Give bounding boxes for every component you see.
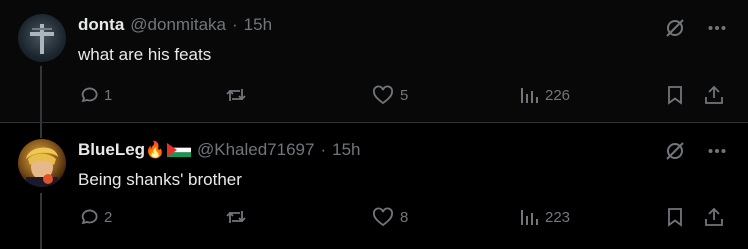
bookmark-icon [666, 85, 684, 105]
bookmark-button[interactable] [666, 83, 684, 107]
share-icon [704, 85, 724, 105]
separator: · [320, 140, 327, 159]
reply-count: 1 [104, 86, 113, 104]
grok-slash-icon[interactable] [664, 140, 686, 162]
views-button[interactable]: 226 [519, 83, 570, 107]
avatar[interactable] [18, 139, 66, 187]
display-name[interactable]: BlueLeg [78, 140, 145, 160]
share-button[interactable] [704, 83, 724, 107]
views-bars-icon [519, 207, 539, 227]
reply-button[interactable]: 1 [78, 83, 112, 107]
views-count: 223 [545, 208, 571, 226]
views-button[interactable]: 223 [519, 205, 570, 229]
handle[interactable]: @Khaled71697 [197, 140, 314, 160]
bookmark-icon [666, 207, 684, 227]
reply-count: 2 [104, 208, 113, 226]
tweet[interactable]: donta @donmitaka · 15h what are his feat… [0, 0, 748, 122]
reply-bubble-icon [78, 207, 98, 227]
retweet-icon [225, 207, 247, 227]
retweet-icon [225, 85, 247, 105]
share-icon [704, 207, 724, 227]
tweet-actions: 2 8 223 [78, 205, 728, 229]
like-count: 8 [400, 208, 409, 226]
palestine-flag-icon [166, 143, 191, 157]
grok-slash-icon[interactable] [664, 17, 686, 39]
retweet-button[interactable] [225, 83, 253, 107]
tweet[interactable]: BlueLeg 🔥 @Khaled71697 · 15h Being shank… [0, 122, 748, 249]
views-count: 226 [545, 86, 571, 104]
tweet-top-actions [664, 17, 726, 39]
like-button[interactable]: 5 [372, 83, 408, 107]
bookmark-button[interactable] [666, 205, 684, 229]
retweet-button[interactable] [225, 205, 253, 229]
fire-emoji: 🔥 [145, 142, 165, 159]
reply-bubble-icon [78, 85, 98, 105]
thread-connector-line [40, 193, 42, 249]
thread-connector-line [40, 66, 42, 122]
more-dots-icon[interactable] [708, 25, 726, 31]
timestamp[interactable]: 15h [244, 15, 272, 35]
thread-connector-line [40, 123, 42, 138]
tweet-header: BlueLeg 🔥 @Khaled71697 · 15h [78, 139, 361, 161]
views-bars-icon [519, 85, 539, 105]
avatar[interactable] [18, 14, 66, 62]
separator: · [231, 15, 238, 34]
heart-icon [372, 85, 394, 105]
share-button[interactable] [704, 205, 724, 229]
display-name[interactable]: donta [78, 15, 124, 35]
heart-icon [372, 207, 394, 227]
tweet-top-actions [664, 140, 726, 162]
more-dots-icon[interactable] [708, 148, 726, 154]
handle[interactable]: @donmitaka [130, 15, 226, 35]
reply-button[interactable]: 2 [78, 205, 112, 229]
like-button[interactable]: 8 [372, 205, 408, 229]
tweet-text: Being shanks' brother [78, 170, 242, 189]
like-count: 5 [400, 86, 409, 104]
tweet-header: donta @donmitaka · 15h [78, 14, 272, 36]
timestamp[interactable]: 15h [332, 140, 360, 160]
tweet-actions: 1 5 226 [78, 83, 728, 107]
tweet-text: what are his feats [78, 45, 212, 64]
